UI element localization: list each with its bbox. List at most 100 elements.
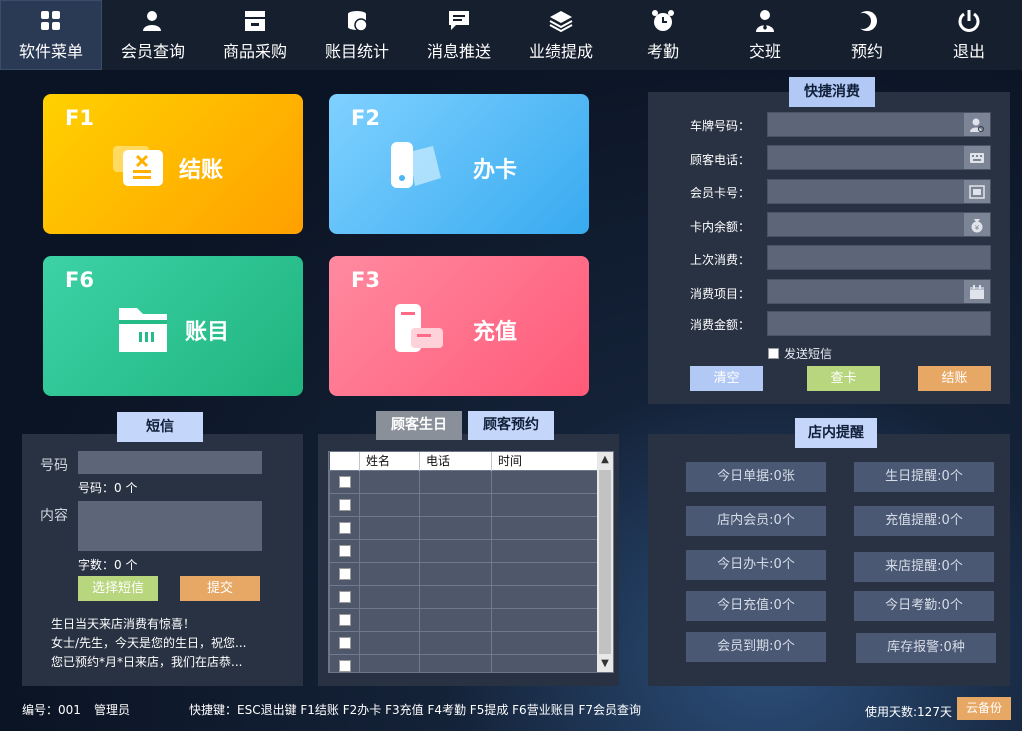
nav-booking[interactable]: 预约 bbox=[816, 0, 918, 70]
row-checkbox[interactable] bbox=[338, 568, 351, 580]
sms-template-item[interactable]: 您已预约*月*日来店，我们在店恭... bbox=[51, 653, 242, 672]
table-row[interactable] bbox=[329, 584, 598, 609]
nav-purchase[interactable]: 商品采购 bbox=[204, 0, 306, 70]
char-count: 字数：0 个 bbox=[78, 558, 138, 572]
clear-button[interactable]: 清空 bbox=[690, 366, 763, 391]
number-input[interactable] bbox=[78, 451, 262, 474]
power-icon bbox=[958, 10, 980, 32]
accounts-tile[interactable]: F6 账目 bbox=[43, 256, 303, 396]
nav-label: 交班 bbox=[748, 42, 781, 61]
quick-checkout-button[interactable]: 结账 bbox=[918, 366, 991, 391]
nav-messages[interactable]: 消息推送 bbox=[408, 0, 510, 70]
table-row[interactable] bbox=[329, 538, 598, 563]
reminder-recharge[interactable]: 充值提醒:0个 bbox=[854, 506, 994, 536]
submit-button[interactable]: 提交 bbox=[180, 576, 260, 601]
tile-key: F1 bbox=[65, 106, 94, 130]
send-sms-option[interactable]: 发送短信 bbox=[768, 345, 832, 362]
reminder-birthday[interactable]: 生日提醒:0个 bbox=[854, 462, 994, 492]
table-row[interactable] bbox=[329, 653, 598, 672]
message-icon bbox=[449, 11, 469, 30]
keyboard-icon[interactable] bbox=[964, 146, 990, 169]
sms-template-item[interactable]: 生日当天来店消费有惊喜！ bbox=[51, 615, 195, 634]
row-checkbox[interactable] bbox=[338, 591, 351, 603]
balance-input[interactable]: ¥ bbox=[767, 212, 991, 237]
nav-commission[interactable]: 业绩提成 bbox=[510, 0, 612, 70]
tile-label: 结账 bbox=[179, 158, 224, 183]
column-header-phone[interactable]: 电话 bbox=[419, 452, 492, 470]
table-row[interactable] bbox=[329, 607, 598, 632]
send-sms-checkbox[interactable] bbox=[768, 348, 779, 359]
nav-attendance[interactable]: 考勤 bbox=[612, 0, 714, 70]
checkout-tile[interactable]: F1 结账 bbox=[43, 94, 303, 234]
tab-customer-birthday[interactable]: 顾客生日 bbox=[376, 411, 462, 440]
nav-member-query[interactable]: 会员查询 bbox=[102, 0, 204, 70]
user-search-icon[interactable] bbox=[964, 113, 990, 136]
nav-label: 软件菜单 bbox=[18, 42, 83, 61]
content-label: 内容 bbox=[40, 508, 68, 524]
reminder-visit[interactable]: 来店提醒:0个 bbox=[854, 552, 994, 582]
consume-item-input[interactable] bbox=[767, 279, 991, 304]
nav-exit[interactable]: 退出 bbox=[918, 0, 1020, 70]
sms-template-item[interactable]: 女士/先生，今天是您的生日，祝您... bbox=[51, 634, 247, 653]
sms-title: 短信 bbox=[117, 412, 203, 442]
nav-label: 会员查询 bbox=[120, 42, 185, 61]
table-header: 姓名 电话 时间 bbox=[329, 452, 598, 470]
table-scrollbar[interactable]: ▲ ▼ bbox=[597, 452, 613, 672]
reminder-member-expiry[interactable]: 会员到期:0个 bbox=[686, 632, 826, 662]
operator-id: 编号：001 bbox=[22, 703, 81, 717]
check-card-button[interactable]: 查卡 bbox=[807, 366, 880, 391]
nav-label: 考勤 bbox=[646, 42, 679, 61]
row-checkbox[interactable] bbox=[338, 660, 351, 672]
tile-label: 办卡 bbox=[473, 158, 518, 183]
consume-amount-label: 消费金额： bbox=[690, 318, 751, 332]
consume-amount-input[interactable] bbox=[767, 311, 991, 336]
moon-icon bbox=[855, 11, 877, 31]
reminder-today-attendance[interactable]: 今日考勤:0个 bbox=[854, 591, 994, 621]
reminder-today-recharge[interactable]: 今日充值:0个 bbox=[686, 591, 826, 621]
column-header-time[interactable]: 时间 bbox=[491, 452, 598, 470]
row-checkbox[interactable] bbox=[338, 499, 351, 511]
tab-customer-booking[interactable]: 顾客预约 bbox=[468, 411, 554, 440]
scrollbar-thumb[interactable] bbox=[599, 470, 611, 654]
table-row[interactable] bbox=[329, 469, 598, 494]
last-consume-input[interactable] bbox=[767, 245, 991, 270]
table-row[interactable] bbox=[329, 630, 598, 655]
reminder-today-bills[interactable]: 今日单据:0张 bbox=[686, 462, 826, 492]
chevron-up-icon[interactable]: ▲ bbox=[597, 452, 613, 468]
balance-label: 卡内余额： bbox=[690, 220, 751, 234]
folder-icon bbox=[119, 308, 167, 352]
chevron-down-icon[interactable]: ▼ bbox=[597, 656, 613, 672]
select-column-header bbox=[329, 452, 360, 470]
table-row[interactable] bbox=[329, 515, 598, 540]
row-checkbox[interactable] bbox=[338, 614, 351, 626]
cloud-backup-button[interactable]: 云备份 bbox=[957, 697, 1011, 720]
card-reader-icon[interactable] bbox=[964, 180, 990, 203]
money-bag-icon[interactable]: ¥ bbox=[964, 213, 990, 236]
plate-input[interactable] bbox=[767, 112, 991, 137]
consume-item-label: 消费项目： bbox=[690, 287, 751, 301]
table-row[interactable] bbox=[329, 561, 598, 586]
content-textarea[interactable] bbox=[78, 501, 262, 551]
calendar-icon[interactable] bbox=[964, 280, 990, 303]
select-sms-button[interactable]: 选择短信 bbox=[78, 576, 158, 601]
row-checkbox[interactable] bbox=[338, 522, 351, 534]
nav-shift-change[interactable]: 交班 bbox=[714, 0, 816, 70]
tile-key: F2 bbox=[351, 106, 380, 130]
row-checkbox[interactable] bbox=[338, 476, 351, 488]
reminder-today-cards[interactable]: 今日办卡:0个 bbox=[686, 550, 826, 580]
row-checkbox[interactable] bbox=[338, 545, 351, 557]
nav-software-menu[interactable]: 软件菜单 bbox=[0, 0, 102, 70]
recharge-tile[interactable]: F3 充值 bbox=[329, 256, 589, 396]
phone-input[interactable] bbox=[767, 145, 991, 170]
table-row[interactable] bbox=[329, 492, 598, 517]
open-card-tile[interactable]: F2 办卡 bbox=[329, 94, 589, 234]
phone-label: 顾客电话： bbox=[690, 153, 751, 167]
row-checkbox[interactable] bbox=[338, 637, 351, 649]
reminder-stock-alert[interactable]: 库存报警:0种 bbox=[856, 633, 996, 663]
reminder-in-store-members[interactable]: 店内会员:0个 bbox=[686, 506, 826, 536]
tile-label: 充值 bbox=[473, 320, 518, 345]
nav-accounts[interactable]: 账目统计 bbox=[306, 0, 408, 70]
card-number-input[interactable] bbox=[767, 179, 991, 204]
column-header-name[interactable]: 姓名 bbox=[359, 452, 420, 470]
coins-icon bbox=[348, 11, 368, 32]
